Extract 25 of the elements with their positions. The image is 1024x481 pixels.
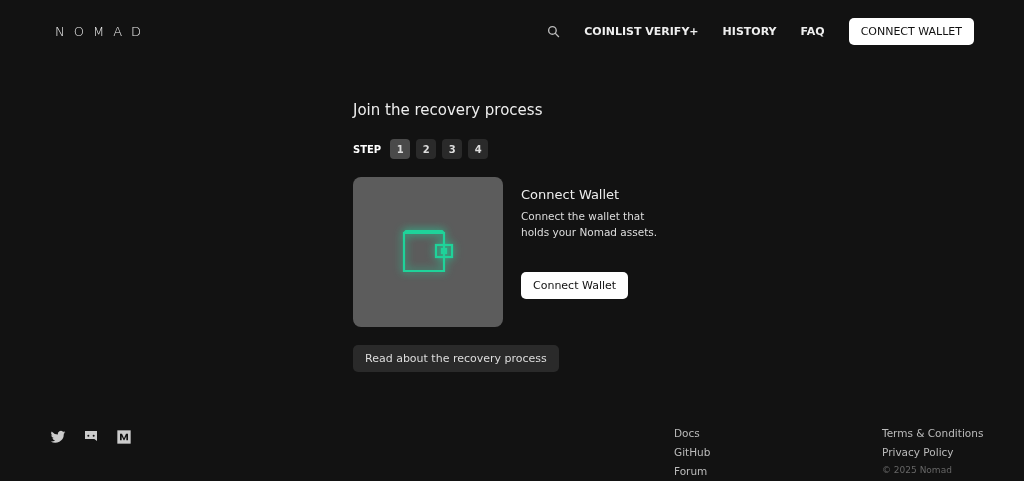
- step-tab[interactable]: 4: [468, 139, 489, 159]
- search-icon[interactable]: [547, 25, 561, 38]
- footer-link[interactable]: Docs: [674, 427, 700, 439]
- wallet-icon: [402, 229, 454, 275]
- nav-link[interactable]: COINLIST VERIFY+: [584, 25, 699, 38]
- step-tab[interactable]: 3: [442, 139, 463, 159]
- connect-wallet-button[interactable]: CONNECT WALLET: [848, 18, 974, 45]
- step-tab[interactable]: 2: [416, 139, 437, 159]
- step-label: STEP: [353, 143, 382, 155]
- nav-link[interactable]: HISTORY: [722, 25, 777, 38]
- medium-icon[interactable]: [116, 429, 132, 445]
- copyright: © 2025 Nomad: [882, 465, 952, 475]
- footer-link[interactable]: Privacy Policy: [882, 446, 954, 458]
- footer-link[interactable]: Terms & Conditions: [882, 427, 984, 439]
- page-title: Join the recovery process: [353, 101, 544, 119]
- logo[interactable]: NOMAD: [55, 24, 151, 39]
- nav-link[interactable]: FAQ: [800, 25, 825, 38]
- footer-link[interactable]: GitHub: [674, 446, 711, 458]
- step-tab[interactable]: 1: [390, 139, 411, 159]
- card-title: Connect Wallet: [521, 187, 621, 202]
- read-about-button[interactable]: Read about the recovery process: [353, 345, 559, 372]
- bird-icon[interactable]: [50, 429, 66, 445]
- footer-link[interactable]: Forum: [674, 465, 708, 477]
- connect-wallet-button[interactable]: Connect Wallet: [521, 272, 629, 299]
- card-description: Connect the wallet that holds your Nomad assets.: [521, 209, 659, 240]
